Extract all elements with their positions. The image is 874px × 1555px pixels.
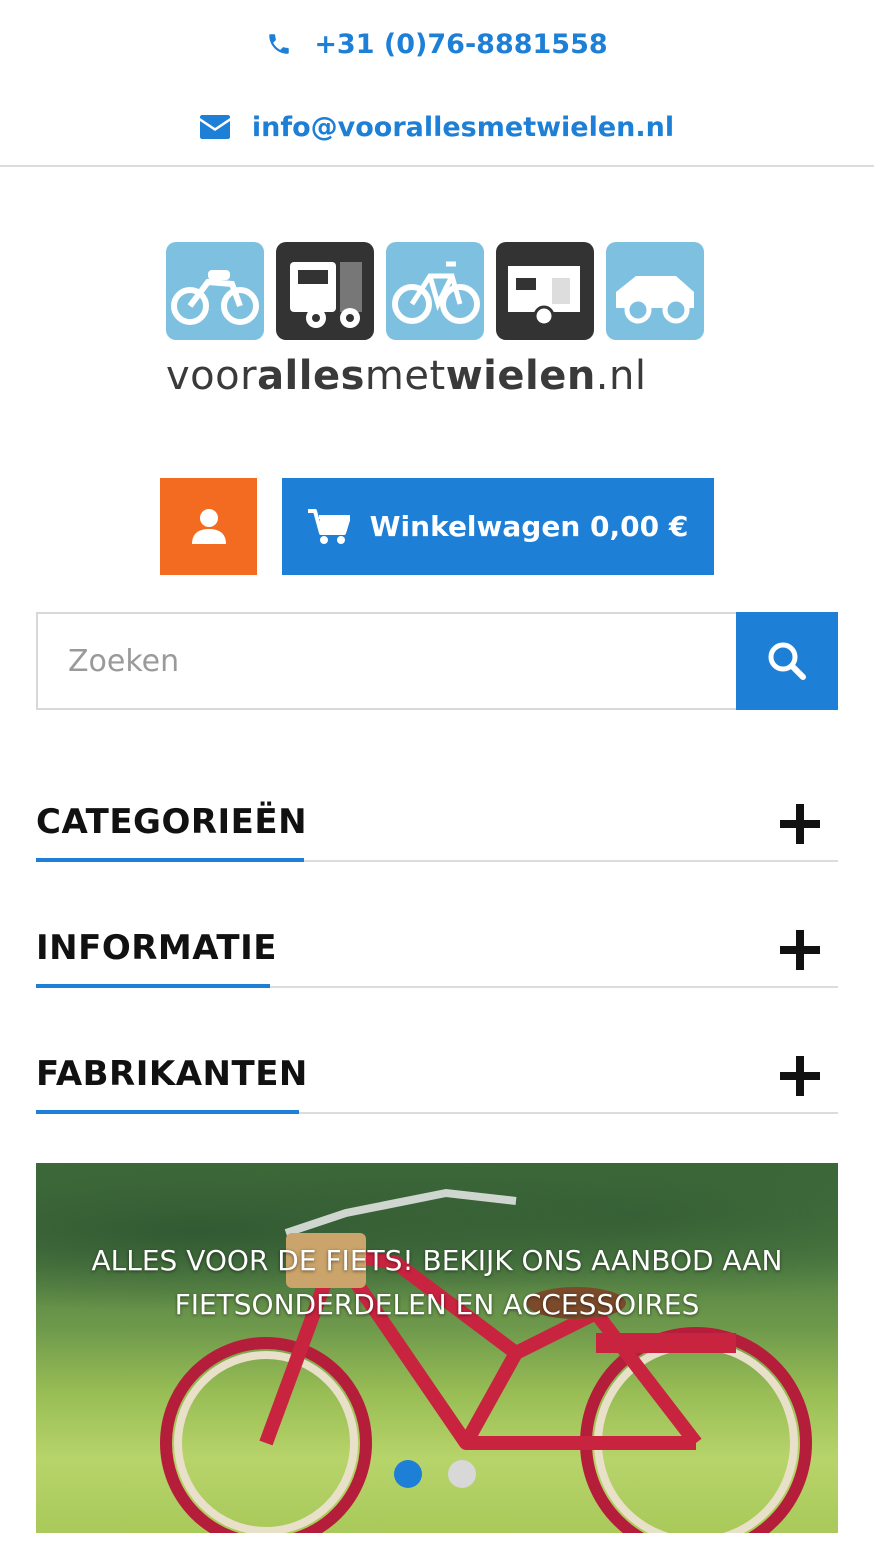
section-categorieen[interactable]: CATEGORIEËN bbox=[36, 782, 838, 862]
email-address: info@voorallesmetwielen.nl bbox=[251, 111, 675, 143]
section-fabrikanten[interactable]: FABRIKANTEN bbox=[36, 1034, 838, 1114]
bicycle-photo bbox=[160, 1188, 812, 1533]
account-button[interactable] bbox=[160, 478, 257, 575]
email-link[interactable]: info@voorallesmetwielen.nl bbox=[0, 105, 874, 149]
truck-icon bbox=[276, 242, 374, 340]
phone-link[interactable]: +31 (0)76-8881558 bbox=[0, 22, 874, 66]
logo-word-voor: voor bbox=[166, 353, 258, 399]
logo-word-met: met bbox=[364, 353, 446, 399]
bicycle-icon bbox=[386, 242, 484, 340]
slider-dots bbox=[394, 1460, 476, 1488]
plus-icon[interactable] bbox=[780, 930, 820, 970]
hero-banner[interactable]: ALLES VOOR DE FIETS! BEKIJK ONS AANBOD A… bbox=[36, 1163, 838, 1533]
search-button[interactable] bbox=[736, 612, 838, 710]
plus-icon[interactable] bbox=[780, 804, 820, 844]
logo-tiles bbox=[166, 242, 708, 340]
phone-number: +31 (0)76-8881558 bbox=[314, 28, 608, 60]
banner-caption-line2: FIETSONDERDELEN EN ACCESSOIRES bbox=[174, 1288, 700, 1321]
logo-word-wielen: wielen bbox=[445, 353, 596, 399]
envelope-icon bbox=[199, 115, 230, 139]
motorcycle-icon bbox=[166, 242, 264, 340]
phone-icon bbox=[269, 34, 290, 54]
section-informatie[interactable]: INFORMATIE bbox=[36, 908, 838, 988]
search-icon bbox=[768, 642, 806, 680]
section-title: CATEGORIEËN bbox=[36, 802, 308, 842]
search-input[interactable] bbox=[36, 612, 736, 710]
search-bar bbox=[36, 612, 838, 710]
cart-button[interactable]: Winkelwagen 0,00 € bbox=[282, 478, 714, 575]
section-underline bbox=[36, 984, 270, 988]
slider-dot-2[interactable] bbox=[448, 1460, 476, 1488]
section-title: FABRIKANTEN bbox=[36, 1054, 308, 1094]
plus-icon[interactable] bbox=[780, 1056, 820, 1096]
logo-wordmark: voorallesmetwielen.nl bbox=[166, 356, 708, 396]
shopping-cart-icon bbox=[307, 508, 350, 544]
section-title: INFORMATIE bbox=[36, 928, 277, 968]
car-icon bbox=[606, 242, 704, 340]
section-underline bbox=[36, 1110, 299, 1114]
logo-word-nl: .nl bbox=[595, 353, 647, 399]
contact-bar: +31 (0)76-8881558 info@voorallesmetwiele… bbox=[0, 0, 874, 167]
banner-caption: ALLES VOOR DE FIETS! BEKIJK ONS AANBOD A… bbox=[36, 1239, 838, 1327]
section-underline bbox=[36, 858, 304, 862]
logo-word-alles: alles bbox=[257, 353, 365, 399]
banner-caption-line1: ALLES VOOR DE FIETS! BEKIJK ONS AANBOD A… bbox=[91, 1244, 783, 1277]
caravan-icon bbox=[496, 242, 594, 340]
cart-label: Winkelwagen 0,00 € bbox=[369, 510, 689, 543]
site-logo[interactable]: voorallesmetwielen.nl bbox=[166, 242, 708, 404]
user-icon bbox=[191, 508, 226, 544]
slider-dot-1[interactable] bbox=[394, 1460, 422, 1488]
